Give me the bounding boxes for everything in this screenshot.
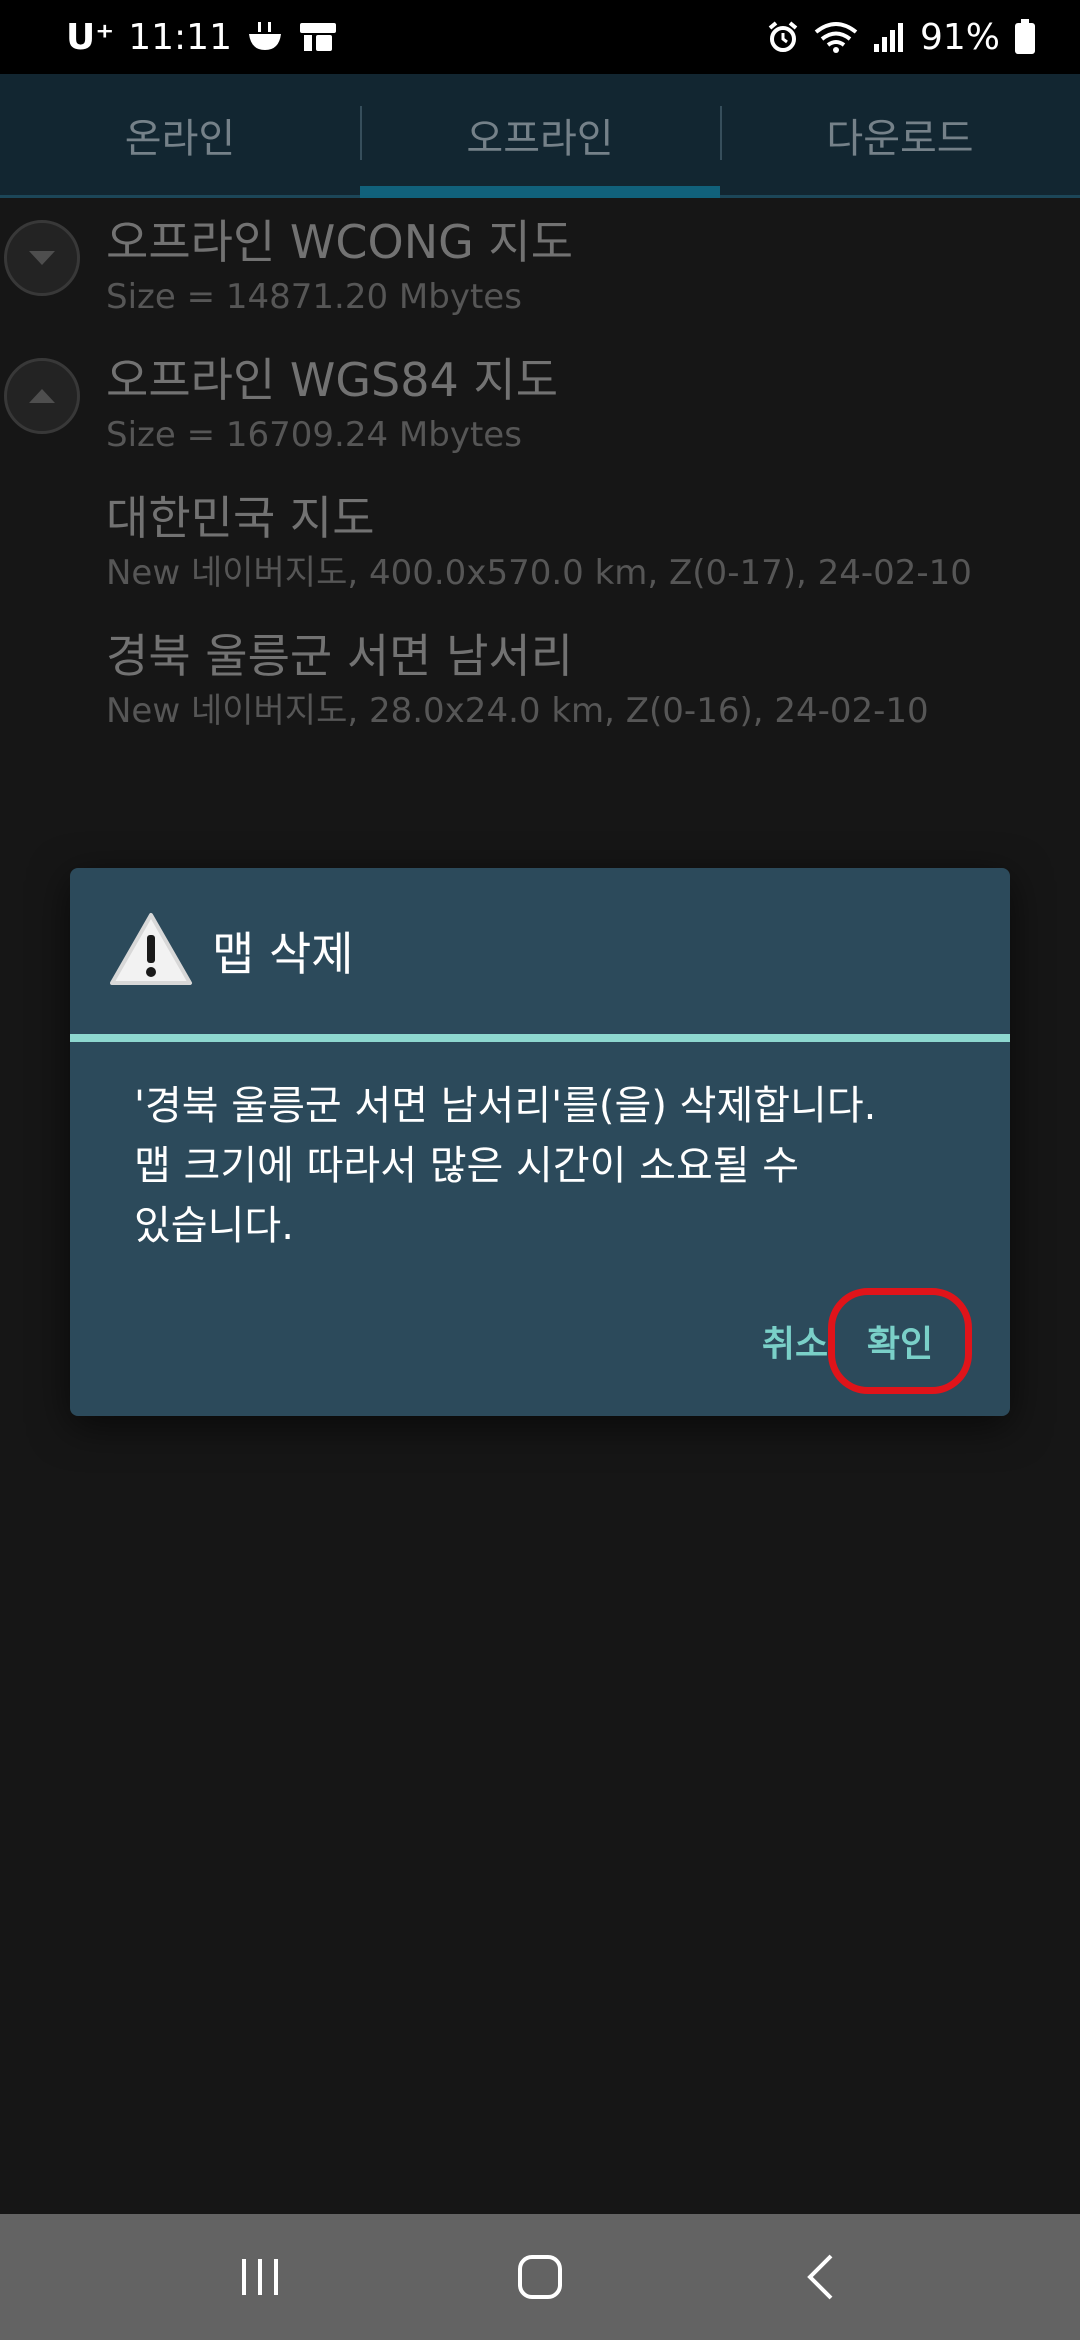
status-right: 91% <box>766 17 1036 58</box>
battery-percent: 91% <box>919 16 1000 58</box>
navigation-bar <box>0 2214 1080 2340</box>
confirm-button[interactable]: 확인 <box>826 1286 974 1396</box>
back-button[interactable] <box>760 2227 880 2327</box>
signal-icon <box>872 20 906 54</box>
bowl-icon <box>246 20 284 54</box>
battery-icon <box>1014 19 1036 55</box>
home-button[interactable] <box>480 2227 600 2327</box>
dialog-divider <box>70 1034 1010 1042</box>
alarm-icon <box>766 20 800 54</box>
dialog-header: 맵 삭제 <box>70 868 1010 1034</box>
status-left: U⁺ 11:11 <box>66 17 338 58</box>
warning-icon <box>108 911 194 991</box>
notification-app-icon <box>298 20 338 54</box>
carrier-label: U⁺ <box>66 16 115 58</box>
dialog-message: '경북 울릉군 서면 남서리'를(을) 삭제합니다. 맵 크기에 따라서 많은 … <box>70 1042 1010 1256</box>
dialog-message-line: 있습니다. <box>134 1203 294 1249</box>
delete-map-dialog: 맵 삭제 '경북 울릉군 서면 남서리'를(을) 삭제합니다. 맵 크기에 따라… <box>70 868 1010 1416</box>
recent-apps-button[interactable] <box>200 2227 320 2327</box>
status-bar: U⁺ 11:11 91% <box>0 0 1080 74</box>
dialog-actions: 취소 확인 <box>70 1266 1010 1416</box>
screen: U⁺ 11:11 91% 온라인 오프라인 다운로드 오프라인 WCONG 지도… <box>0 0 1080 2340</box>
dialog-message-line: '경북 울릉군 서면 남서리'를(을) 삭제합니다. <box>134 1083 877 1129</box>
clock: 11:11 <box>128 16 232 58</box>
dialog-message-line: 맵 크기에 따라서 많은 시간이 소요될 수 <box>134 1143 800 1189</box>
dialog-title: 맵 삭제 <box>212 927 354 981</box>
wifi-icon <box>814 20 858 54</box>
